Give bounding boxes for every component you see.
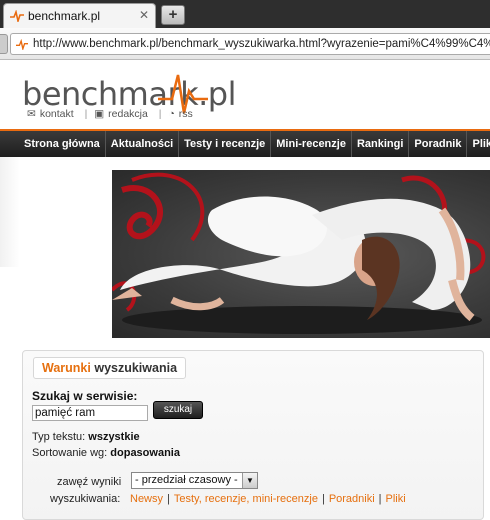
- dropdown-arrow-icon: ▼: [242, 473, 257, 488]
- editor-icon: ▣: [94, 108, 105, 120]
- search-filters-label: wyszukiwania:: [50, 493, 121, 505]
- sort-label: Sortowanie wg:: [32, 447, 108, 459]
- text-type-line: Typ tekstu: wszystkie: [32, 431, 140, 443]
- filter-files[interactable]: Pliki: [386, 493, 406, 505]
- panel-title-accent: Warunki: [42, 361, 91, 375]
- link-rss[interactable]: rss: [179, 108, 193, 120]
- site-favicon-icon: [16, 39, 28, 50]
- browser-tabbar: benchmark.pl ✕ +: [0, 0, 490, 28]
- benchmark-favicon-icon: [10, 10, 24, 22]
- link-kontakt[interactable]: kontakt: [40, 108, 74, 120]
- nav-item-rankings[interactable]: Rankingi: [352, 131, 410, 157]
- nav-item-mini-reviews[interactable]: Mini-recenzje: [271, 131, 352, 157]
- nav-item-files[interactable]: Pliki: [467, 131, 490, 157]
- search-input[interactable]: [32, 405, 148, 421]
- separator: |: [378, 493, 382, 505]
- close-tab-icon[interactable]: ✕: [139, 8, 149, 22]
- browser-navbar: http://www.benchmark.pl/benchmark_wyszuk…: [0, 28, 490, 60]
- sort-line: Sortowanie wg: dopasowania: [32, 447, 180, 459]
- search-button[interactable]: szukaj: [153, 401, 203, 419]
- filter-guides[interactable]: Poradniki: [329, 493, 375, 505]
- browser-tab[interactable]: benchmark.pl ✕: [3, 3, 156, 28]
- yoga-banner-illustration: [112, 172, 486, 334]
- header-links: ✉ kontakt | ▣ redakcja | ◔ rss: [27, 108, 197, 120]
- time-period-select[interactable]: - przedział czasowy - ▼: [131, 472, 258, 489]
- panel-title-rest: wyszukiwania: [94, 361, 178, 375]
- filter-news[interactable]: Newsy: [130, 493, 163, 505]
- category-filters: Newsy | Testy, recenzje, mini-recenzje | Por…: [130, 493, 406, 505]
- new-tab-button[interactable]: +: [161, 5, 185, 25]
- text-type-value: wszystkie: [88, 431, 140, 443]
- nav-item-home[interactable]: Strona główna: [0, 131, 106, 157]
- back-button[interactable]: [0, 34, 8, 54]
- link-redakcja[interactable]: redakcja: [108, 108, 148, 120]
- sort-value: dopasowania: [110, 447, 180, 459]
- url-text: http://www.benchmark.pl/benchmark_wyszuk…: [33, 38, 490, 50]
- narrow-results-label: zawęź wyniki: [57, 476, 122, 488]
- nav-item-news[interactable]: Aktualności: [106, 131, 180, 157]
- separator: |: [321, 493, 325, 505]
- hero-banner-image[interactable]: [112, 170, 490, 338]
- panel-title: Warunki wyszukiwania: [33, 357, 187, 379]
- nav-item-reviews[interactable]: Testy i recenzje: [179, 131, 272, 157]
- separator: |: [167, 493, 170, 505]
- left-margin: [0, 157, 20, 267]
- mail-icon: ✉: [27, 108, 36, 120]
- site-header: benchmark.pl ✉ kontakt | ▣ redakcja | ◔ rss: [0, 61, 490, 129]
- time-period-value: - przedział czasowy -: [135, 474, 238, 486]
- separator: |: [158, 108, 162, 120]
- separator: |: [84, 108, 88, 120]
- search-conditions-panel: Warunki wyszukiwania Szukaj w serwisie: …: [22, 350, 484, 520]
- main-navigation: Strona główna Aktualności Testy i recenzje…: [0, 129, 490, 157]
- text-type-label: Typ tekstu:: [32, 431, 86, 443]
- nav-item-guides[interactable]: Poradnik: [409, 131, 468, 157]
- tab-title: benchmark.pl: [28, 9, 101, 23]
- rss-icon: ◔: [168, 108, 175, 120]
- address-bar[interactable]: http://www.benchmark.pl/benchmark_wyszuk…: [10, 33, 490, 55]
- search-label: Szukaj w serwisie:: [32, 389, 138, 403]
- filter-reviews[interactable]: Testy, recenzje, mini-recenzje: [174, 493, 318, 505]
